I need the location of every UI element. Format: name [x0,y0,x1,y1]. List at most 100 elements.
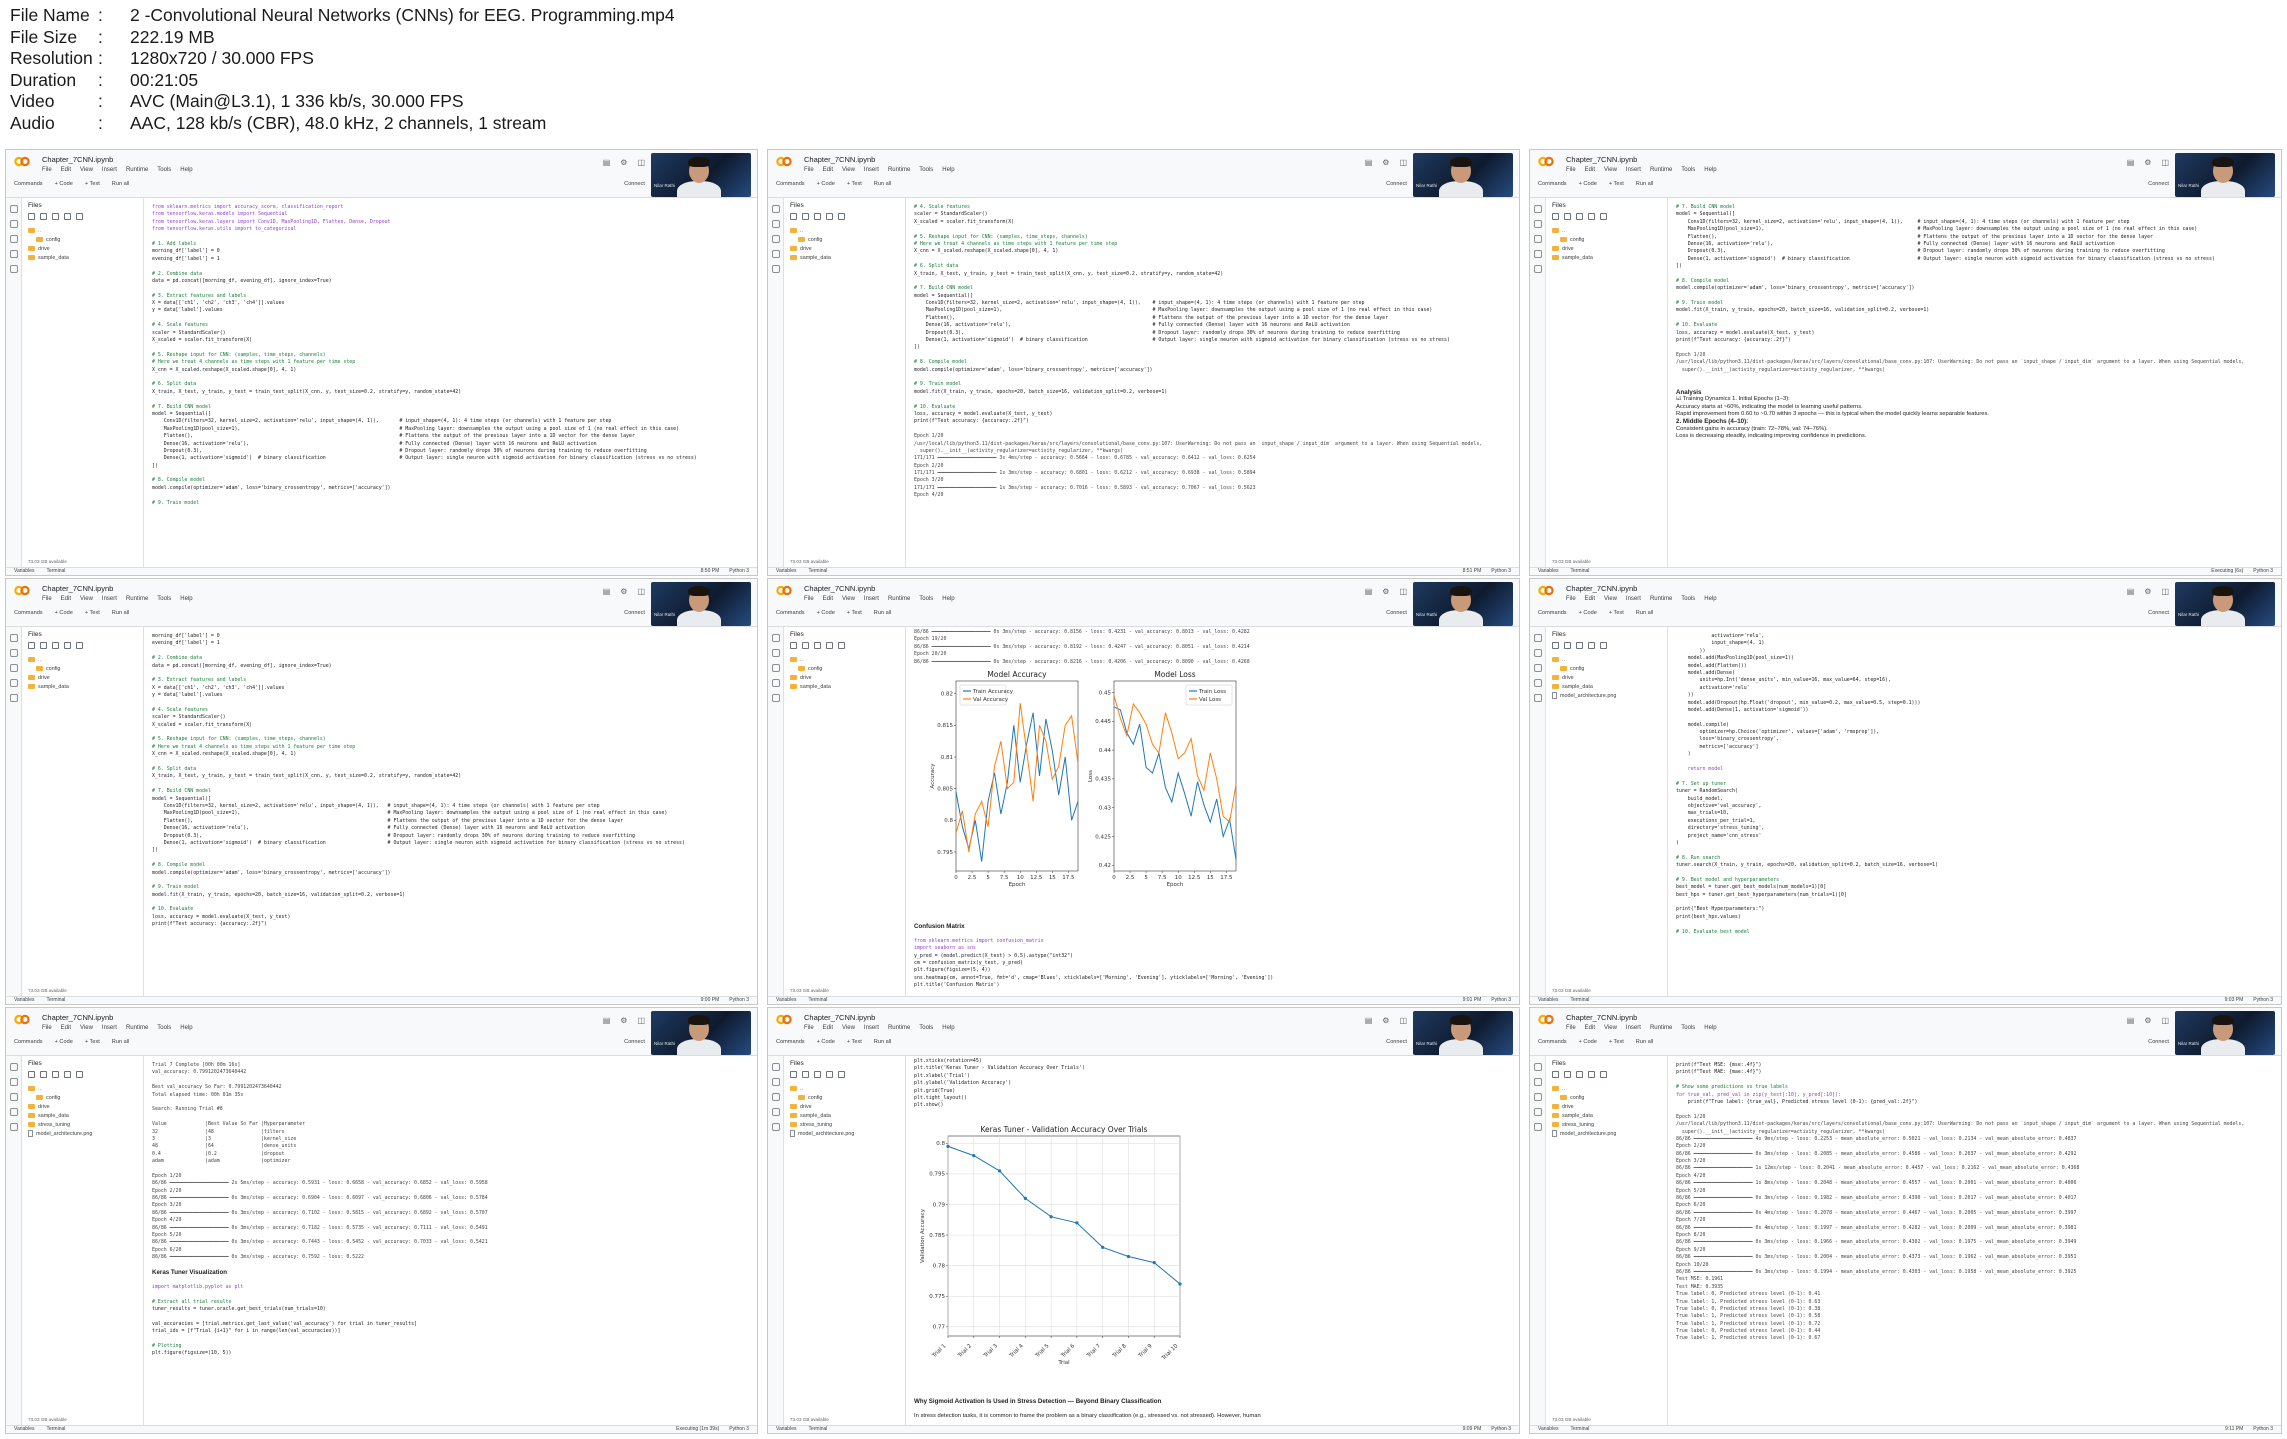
menu-item-runtime[interactable]: Runtime [126,1025,148,1031]
menu-item-tools[interactable]: Tools [919,167,933,173]
toolbar-button[interactable]: Run all [1636,181,1653,187]
toolbar-button[interactable]: Commands [14,181,43,187]
share-icon[interactable]: ◫ [2161,1016,2169,1025]
menu-item-file[interactable]: File [42,1025,52,1031]
refresh-icon[interactable] [814,213,821,220]
menu-item-tools[interactable]: Tools [919,1025,933,1031]
toolbar-button[interactable]: Commands [776,1039,805,1045]
menu-item-file[interactable]: File [1566,596,1576,602]
code-cell[interactable]: activation='relu', input_shape=(4, 1) ))… [1676,633,2271,936]
new-folder-icon[interactable] [802,213,809,220]
bottom-tab-terminal[interactable]: Terminal [808,568,827,575]
share-icon[interactable]: ◫ [637,587,645,596]
refresh-icon[interactable] [1576,1071,1583,1078]
file-item[interactable]: drive [1552,673,1661,682]
secrets-icon[interactable] [772,1108,780,1116]
menu-item-view[interactable]: View [80,1025,93,1031]
menu-item-view[interactable]: View [842,596,855,602]
menu-item-tools[interactable]: Tools [157,167,171,173]
code-cell[interactable]: Trial 7 Complete [00h 00m 16s] val_accura… [152,1062,747,1358]
menu-item-file[interactable]: File [804,596,814,602]
file-item[interactable]: sample_data [1552,253,1661,262]
file-item[interactable]: sample_data [790,1111,899,1120]
mount-drive-icon[interactable] [1588,642,1595,649]
code-cell[interactable]: from sklearn.metrics import accuracy_sco… [152,204,747,507]
comments-icon[interactable]: ▤ [2127,1016,2135,1025]
folder-icon[interactable] [772,694,780,702]
toolbar-button[interactable]: + Text [847,610,862,616]
menu-item-edit[interactable]: Edit [823,167,833,173]
file-item[interactable]: .. [28,226,137,235]
file-item[interactable]: drive [790,244,899,253]
comments-icon[interactable]: ▤ [603,587,611,596]
menu-item-insert[interactable]: Insert [102,596,117,602]
share-icon[interactable]: ◫ [1399,1016,1407,1025]
upload-icon[interactable] [28,642,35,649]
secrets-icon[interactable] [1534,679,1542,687]
menu-item-insert[interactable]: Insert [864,167,879,173]
menu-item-help[interactable]: Help [1704,167,1716,173]
toolbar-button[interactable]: Run all [874,610,891,616]
share-icon[interactable]: ◫ [2161,158,2169,167]
code-cell[interactable]: morning_df['label'] = 0 evening_df['label… [152,633,747,929]
mount-drive-icon[interactable] [826,642,833,649]
file-item[interactable]: config [28,664,137,673]
notebook-title[interactable]: Chapter_7CNN.ipynb [1566,584,1637,593]
menu-item-runtime[interactable]: Runtime [888,596,910,602]
settings-gear-icon[interactable]: ⚙ [1382,1016,1389,1025]
file-item[interactable]: model_architecture.png [790,1129,899,1138]
toolbar-button[interactable]: + Code [55,181,73,187]
upload-icon[interactable] [1552,213,1559,220]
menu-item-insert[interactable]: Insert [102,167,117,173]
refresh-icon[interactable] [52,1071,59,1078]
menu-item-insert[interactable]: Insert [1626,596,1641,602]
toolbar-button[interactable]: + Text [1609,610,1624,616]
menu-item-view[interactable]: View [80,167,93,173]
upload-icon[interactable] [28,213,35,220]
search-icon[interactable] [772,1078,780,1086]
share-icon[interactable]: ◫ [2161,587,2169,596]
menu-item-tools[interactable]: Tools [157,1025,171,1031]
file-item[interactable]: sample_data [790,682,899,691]
toc-icon[interactable] [10,1063,18,1071]
menu-item-help[interactable]: Help [180,596,192,602]
toolbar-button[interactable]: Commands [1538,610,1567,616]
file-item[interactable]: sample_data [1552,682,1661,691]
hide-icon[interactable] [1600,1071,1607,1078]
file-item[interactable]: drive [28,1102,137,1111]
new-folder-icon[interactable] [1564,213,1571,220]
mount-drive-icon[interactable] [64,1071,71,1078]
code-cell[interactable]: plt.xticks(rotation=45) plt.title('Keras … [914,1058,1509,1110]
toc-icon[interactable] [1534,634,1542,642]
file-item[interactable]: config [28,235,137,244]
comments-icon[interactable]: ▤ [603,158,611,167]
search-icon[interactable] [1534,649,1542,657]
upload-icon[interactable] [790,213,797,220]
menu-item-edit[interactable]: Edit [1585,167,1595,173]
notebook-title[interactable]: Chapter_7CNN.ipynb [42,155,113,164]
bottom-tab-variables[interactable]: Variables [14,568,34,575]
menu-item-tools[interactable]: Tools [919,596,933,602]
menu-item-file[interactable]: File [1566,1025,1576,1031]
folder-icon[interactable] [1534,694,1542,702]
file-item[interactable]: sample_data [28,1111,137,1120]
settings-gear-icon[interactable]: ⚙ [620,1016,627,1025]
toolbar-button[interactable]: Run all [112,1039,129,1045]
menu-item-runtime[interactable]: Runtime [126,596,148,602]
share-icon[interactable]: ◫ [1399,158,1407,167]
refresh-icon[interactable] [814,642,821,649]
hide-icon[interactable] [76,213,83,220]
search-icon[interactable] [772,220,780,228]
settings-gear-icon[interactable]: ⚙ [1382,587,1389,596]
connect-button[interactable]: Connect [1386,181,1407,187]
refresh-icon[interactable] [814,1071,821,1078]
toolbar-button[interactable]: Commands [1538,181,1567,187]
bottom-tab-terminal[interactable]: Terminal [46,1426,65,1433]
file-item[interactable]: config [790,235,899,244]
new-folder-icon[interactable] [40,213,47,220]
file-item[interactable]: config [1552,1093,1661,1102]
file-item[interactable]: drive [28,244,137,253]
toolbar-button[interactable]: Commands [1538,1039,1567,1045]
toolbar-button[interactable]: Run all [874,1039,891,1045]
file-item[interactable]: stress_tuning [28,1120,137,1129]
